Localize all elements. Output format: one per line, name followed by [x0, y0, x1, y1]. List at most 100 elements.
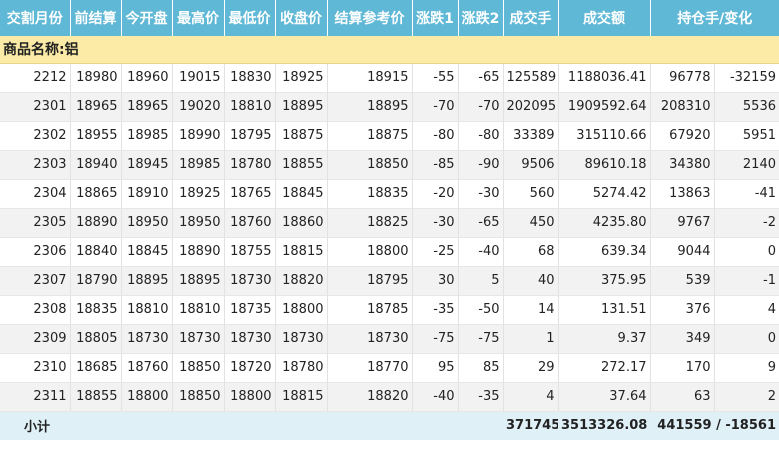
subtotal-empty-cell — [70, 411, 503, 440]
cell-high: 18925 — [172, 179, 225, 209]
subtotal-row: 小计 371745 3513326.08 441559 / -18561 — [0, 411, 779, 440]
cell-high: 18990 — [172, 121, 225, 151]
cell-delivery-month: 2311 — [0, 382, 71, 412]
cell-high: 18950 — [172, 208, 225, 238]
header-change-2: 涨跌2 — [458, 0, 504, 36]
cell-high: 19020 — [172, 92, 225, 122]
cell-turnover: 1909592.64 — [558, 92, 651, 122]
cell-open-interest: 9767 — [650, 208, 715, 238]
cell-close: 18845 — [275, 179, 328, 209]
cell-low: 18735 — [224, 295, 276, 325]
cell-turnover: 4235.80 — [558, 208, 651, 238]
cell-high: 18985 — [172, 150, 225, 180]
cell-settle-ref: 18770 — [327, 353, 413, 383]
cell-turnover: 37.64 — [558, 382, 651, 412]
cell-delivery-month: 2308 — [0, 295, 71, 325]
cell-close: 18925 — [275, 63, 328, 93]
cell-low: 18720 — [224, 353, 276, 383]
cell-prev-settle: 18855 — [70, 382, 122, 412]
cell-low: 18800 — [224, 382, 276, 412]
cell-open-interest: 9044 — [650, 237, 715, 267]
cell-high: 18730 — [172, 324, 225, 354]
header-open: 今开盘 — [121, 0, 173, 36]
cell-change-1: -30 — [412, 208, 459, 238]
cell-change-2: -75 — [458, 324, 504, 354]
cell-change-2: -90 — [458, 150, 504, 180]
cell-open-interest: 376 — [650, 295, 715, 325]
cell-high: 19015 — [172, 63, 225, 93]
table-row: 2302 18955 18985 18990 18795 18875 18875 -80 -80… — [0, 121, 779, 151]
cell-oi-change: -32159 — [714, 63, 779, 93]
cell-delivery-month: 2212 — [0, 63, 71, 93]
cell-change-1: -20 — [412, 179, 459, 209]
cell-open-interest: 63 — [650, 382, 715, 412]
cell-open-interest: 13863 — [650, 179, 715, 209]
cell-open: 18800 — [121, 382, 173, 412]
cell-prev-settle: 18890 — [70, 208, 122, 238]
cell-turnover: 272.17 — [558, 353, 651, 383]
cell-oi-change: 5951 — [714, 121, 779, 151]
cell-settle-ref: 18795 — [327, 266, 413, 296]
cell-change-1: -55 — [412, 63, 459, 93]
cell-open: 18950 — [121, 208, 173, 238]
cell-change-1: -85 — [412, 150, 459, 180]
cell-close: 18820 — [275, 266, 328, 296]
cell-open-interest: 34380 — [650, 150, 715, 180]
table-row: 2307 18790 18895 18895 18730 18820 18795 30 5 40 3… — [0, 266, 779, 296]
cell-open-interest: 208310 — [650, 92, 715, 122]
cell-prev-settle: 18685 — [70, 353, 122, 383]
cell-change-2: -35 — [458, 382, 504, 412]
cell-open: 18760 — [121, 353, 173, 383]
cell-open: 18730 — [121, 324, 173, 354]
cell-open: 18965 — [121, 92, 173, 122]
cell-oi-change: 2140 — [714, 150, 779, 180]
table-row: 2311 18855 18800 18850 18800 18815 18820 -40 -35… — [0, 382, 779, 412]
cell-change-1: 95 — [412, 353, 459, 383]
cell-volume: 1 — [503, 324, 559, 354]
cell-high: 18895 — [172, 266, 225, 296]
cell-change-2: -40 — [458, 237, 504, 267]
cell-open-interest: 67920 — [650, 121, 715, 151]
cell-delivery-month: 2305 — [0, 208, 71, 238]
cell-prev-settle: 18835 — [70, 295, 122, 325]
cell-oi-change: 5536 — [714, 92, 779, 122]
cell-volume: 29 — [503, 353, 559, 383]
cell-prev-settle: 18955 — [70, 121, 122, 151]
header-turnover: 成交额 — [558, 0, 651, 36]
section-row: 商品名称:铝 — [0, 36, 779, 64]
cell-open-interest: 539 — [650, 266, 715, 296]
header-row: 交割月份 前结算 今开盘 最高价 最低价 收盘价 结算参考价 涨跌1 涨跌2 成… — [0, 0, 779, 36]
cell-volume: 450 — [503, 208, 559, 238]
table-row: 2301 18965 18965 19020 18810 18895 18895 -70 -70… — [0, 92, 779, 122]
cell-close: 18875 — [275, 121, 328, 151]
cell-oi-change: 2 — [714, 382, 779, 412]
cell-oi-change: 0 — [714, 237, 779, 267]
cell-settle-ref: 18730 — [327, 324, 413, 354]
cell-volume: 9506 — [503, 150, 559, 180]
header-change-1: 涨跌1 — [412, 0, 459, 36]
cell-change-1: -40 — [412, 382, 459, 412]
table-row: 2310 18685 18760 18850 18720 18780 18770 95 85 29… — [0, 353, 779, 383]
cell-delivery-month: 2303 — [0, 150, 71, 180]
cell-open-interest: 96778 — [650, 63, 715, 93]
cell-delivery-month: 2304 — [0, 179, 71, 209]
cell-delivery-month: 2309 — [0, 324, 71, 354]
cell-settle-ref: 18875 — [327, 121, 413, 151]
cell-change-2: 85 — [458, 353, 504, 383]
cell-close: 18800 — [275, 295, 328, 325]
cell-delivery-month: 2301 — [0, 92, 71, 122]
cell-volume: 40 — [503, 266, 559, 296]
cell-turnover: 375.95 — [558, 266, 651, 296]
cell-open: 18910 — [121, 179, 173, 209]
cell-oi-change: -41 — [714, 179, 779, 209]
cell-change-1: -25 — [412, 237, 459, 267]
cell-volume: 202095 — [503, 92, 559, 122]
cell-oi-change: 0 — [714, 324, 779, 354]
cell-change-2: -80 — [458, 121, 504, 151]
header-open-interest: 持仓手/变化 — [650, 0, 779, 36]
cell-low: 18795 — [224, 121, 276, 151]
cell-low: 18755 — [224, 237, 276, 267]
cell-settle-ref: 18820 — [327, 382, 413, 412]
cell-close: 18815 — [275, 382, 328, 412]
cell-settle-ref: 18800 — [327, 237, 413, 267]
